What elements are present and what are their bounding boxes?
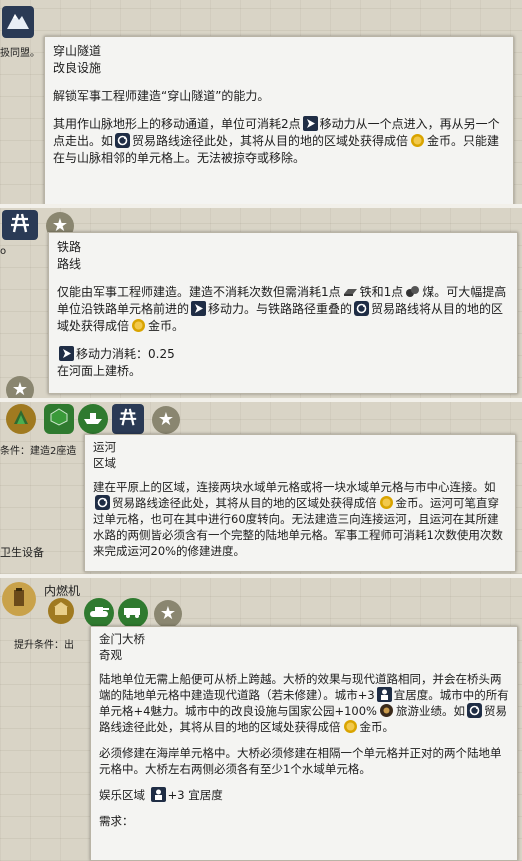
star-button[interactable]: ★ <box>154 600 182 628</box>
tooltip-body: 仅能由军事工程师建造。建造不消耗次数但需消耗1点 铁和1点 煤。可大幅提高单位沿铁路… <box>57 284 507 333</box>
tunnel-panel: 扱同盟。 穿山隧道 改良设施 解锁军事工程师建造“穿山隧道”的能力。 其用作山脉… <box>0 0 522 207</box>
mountain-icon <box>5 9 31 35</box>
side-label-sanitation: 卫生设备 <box>0 546 44 559</box>
amenity-button[interactable] <box>48 598 74 624</box>
trade-route-icon <box>95 495 110 510</box>
tank-button[interactable] <box>84 598 114 628</box>
tooltip-title: 穿山隧道 <box>53 44 102 58</box>
trade-route-icon <box>466 703 482 718</box>
tech-title: 内燃机 <box>44 584 81 598</box>
railroad-icon <box>8 212 32 238</box>
river-note: 在河面上建桥。 <box>57 364 142 378</box>
amenity-icon <box>150 787 166 802</box>
bridge-panel: 内燃机 ★ 提升条件：出 金门大桥 奇观 陆地单位无需上船便可从桥上跨越。大桥的… <box>0 578 522 861</box>
vehicle-icon <box>122 603 144 623</box>
tourism-icon <box>379 703 394 718</box>
tooltip-subtitle: 奇观 <box>99 648 122 662</box>
tooltip-subtitle: 区域 <box>93 456 116 470</box>
amenity-icon <box>376 687 392 702</box>
tooltip-body: 陆地单位无需上船便可从桥上跨越。大桥的效果与现代道路相同，并会在桥头两端的陆地单… <box>99 672 509 734</box>
gold-icon <box>131 318 146 333</box>
movement-icon <box>302 116 318 131</box>
iron-icon <box>343 284 358 299</box>
railroad-button[interactable] <box>2 210 38 240</box>
gold-icon <box>410 133 425 148</box>
side-label: 扱同盟。 <box>0 48 40 59</box>
railroad-panel: ★ o ★ 铁路 路线 仅能由军事工程师建造。建造不消耗次数但需消耗1点 铁和1点… <box>0 208 522 400</box>
canal-tooltip: 运河 区域 建在平原上的区域，连接两块水域单元格或将一块水域单元格与市中心连接。… <box>84 434 516 572</box>
oil-tech-button[interactable] <box>2 582 36 616</box>
tooltip-subtitle: 路线 <box>57 257 82 271</box>
gold-icon <box>379 495 394 510</box>
tooltip-body: 建在平原上的区域，连接两块水域单元格或将一块水域单元格与市中心连接。如 贸易路线途… <box>93 480 503 558</box>
tank-icon <box>88 603 110 623</box>
ship-icon <box>82 409 104 429</box>
star-icon: ★ <box>159 603 177 624</box>
tooltip-title: 运河 <box>93 440 116 454</box>
side-label: 提升条件：出 <box>14 640 74 651</box>
side-label: o <box>0 246 7 257</box>
movement-cost: 移动力消耗：0.25 <box>57 346 509 363</box>
side-label: 条件：建造2座造 <box>0 446 77 457</box>
star-icon: ★ <box>157 409 175 430</box>
railroad-button[interactable] <box>112 404 144 434</box>
bridge-tooltip: 金门大桥 奇观 陆地单位无需上船便可从桥上跨越。大桥的效果与现代道路相同，并会在… <box>90 626 518 861</box>
tooltip-body: 其用作山脉地形上的移动通道，单位可消耗2点 移动力从一个点进入，再从另一个点走出。… <box>53 116 500 165</box>
movement-icon <box>191 301 207 316</box>
trade-route-icon <box>354 301 370 316</box>
vehicle-button[interactable] <box>118 598 148 628</box>
entertainment-bonus: 娱乐区域 +3 宜居度 <box>99 787 223 802</box>
star-button-lower[interactable]: ★ <box>6 376 34 400</box>
canal-panel: ★ 条件：建造2座造 卫生设备 运河 区域 建在平原上的区域，连接两块水域单元格… <box>0 402 522 574</box>
harbor-icon <box>49 407 69 431</box>
harbor-button[interactable] <box>44 404 74 434</box>
movement-icon <box>59 346 74 361</box>
railroad-icon <box>117 407 139 431</box>
tooltip-title: 金门大桥 <box>99 632 145 646</box>
coal-icon <box>405 284 420 299</box>
placement-requirements: 必须修建在海岸单元格中。大桥必须修建在相隔一个单元格并正对的两个陆地单元格中。大… <box>99 746 502 776</box>
gold-icon <box>343 719 358 734</box>
requirements-label: 需求： <box>99 814 134 828</box>
star-button[interactable]: ★ <box>152 406 180 434</box>
tooltip-description: 解锁军事工程师建造“穿山隧道”的能力。 <box>53 89 270 103</box>
railroad-tooltip: 铁路 路线 仅能由军事工程师建造。建造不消耗次数但需消耗1点 铁和1点 煤。可大幅提… <box>48 232 518 394</box>
district-button[interactable] <box>6 404 36 434</box>
tooltip-subtitle: 改良设施 <box>53 61 102 75</box>
wonder-icon <box>53 601 69 621</box>
trade-route-icon <box>115 133 131 148</box>
ship-button[interactable] <box>78 404 108 434</box>
tunnel-tooltip: 穿山隧道 改良设施 解锁军事工程师建造“穿山隧道”的能力。 其用作山脉地形上的移… <box>44 36 514 206</box>
tooltip-title: 铁路 <box>57 240 82 254</box>
star-icon: ★ <box>11 379 29 400</box>
oil-icon <box>8 586 30 612</box>
mountain-tech-button[interactable] <box>2 6 34 38</box>
district-icon <box>11 407 31 431</box>
